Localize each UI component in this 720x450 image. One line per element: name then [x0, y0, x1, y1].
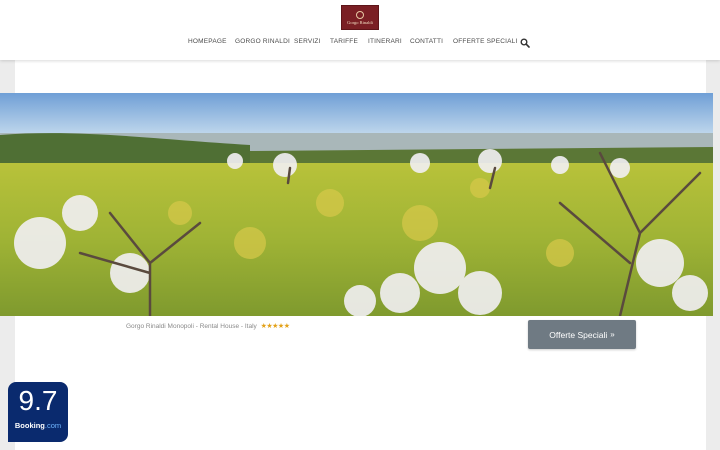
- booking-brand-name: Booking: [14, 421, 45, 430]
- logo-text: Gorgo Rinaldi: [347, 19, 373, 25]
- header: Gorgo Rinaldi HOMEPAGE GORGO RINALDI SER…: [0, 0, 720, 60]
- nav-item-contatti[interactable]: CONTATTI: [410, 38, 443, 45]
- nav-item-offerte-speciali[interactable]: OFFERTE SPECIALI: [453, 38, 517, 45]
- booking-score: 9.7: [18, 385, 58, 416]
- hero-banner-image: [0, 93, 713, 316]
- double-chevron-right-icon: »: [610, 330, 615, 339]
- booking-brand: Booking.com: [8, 421, 68, 430]
- nav-item-itinerari[interactable]: ITINERARI: [368, 38, 402, 45]
- search-icon[interactable]: [520, 38, 530, 48]
- crest-icon: [356, 10, 364, 19]
- site-logo[interactable]: Gorgo Rinaldi: [341, 5, 379, 30]
- rating-stars: ★★★★★: [260, 323, 290, 330]
- special-offers-button[interactable]: Offerte Speciali »: [528, 320, 636, 349]
- nav-item-tariffe[interactable]: TARIFFE: [330, 38, 358, 45]
- nav-item-homepage[interactable]: HOMEPAGE: [188, 38, 227, 45]
- nav-item-gorgo-rinaldi[interactable]: GORGO RINALDI: [235, 38, 290, 45]
- nav-item-servizi[interactable]: SERVIZI: [294, 38, 321, 45]
- site-caption: Gorgo Rinaldi Monopoli - Rental House - …: [126, 322, 290, 330]
- main-nav: HOMEPAGE GORGO RINALDI SERVIZI TARIFFE I…: [0, 38, 720, 52]
- caption-text: Gorgo Rinaldi Monopoli - Rental House - …: [126, 323, 257, 330]
- booking-score-badge[interactable]: 9.7 Booking.com: [8, 382, 68, 442]
- special-offers-label: Offerte Speciali: [549, 329, 608, 340]
- booking-brand-suffix: .com: [44, 421, 62, 430]
